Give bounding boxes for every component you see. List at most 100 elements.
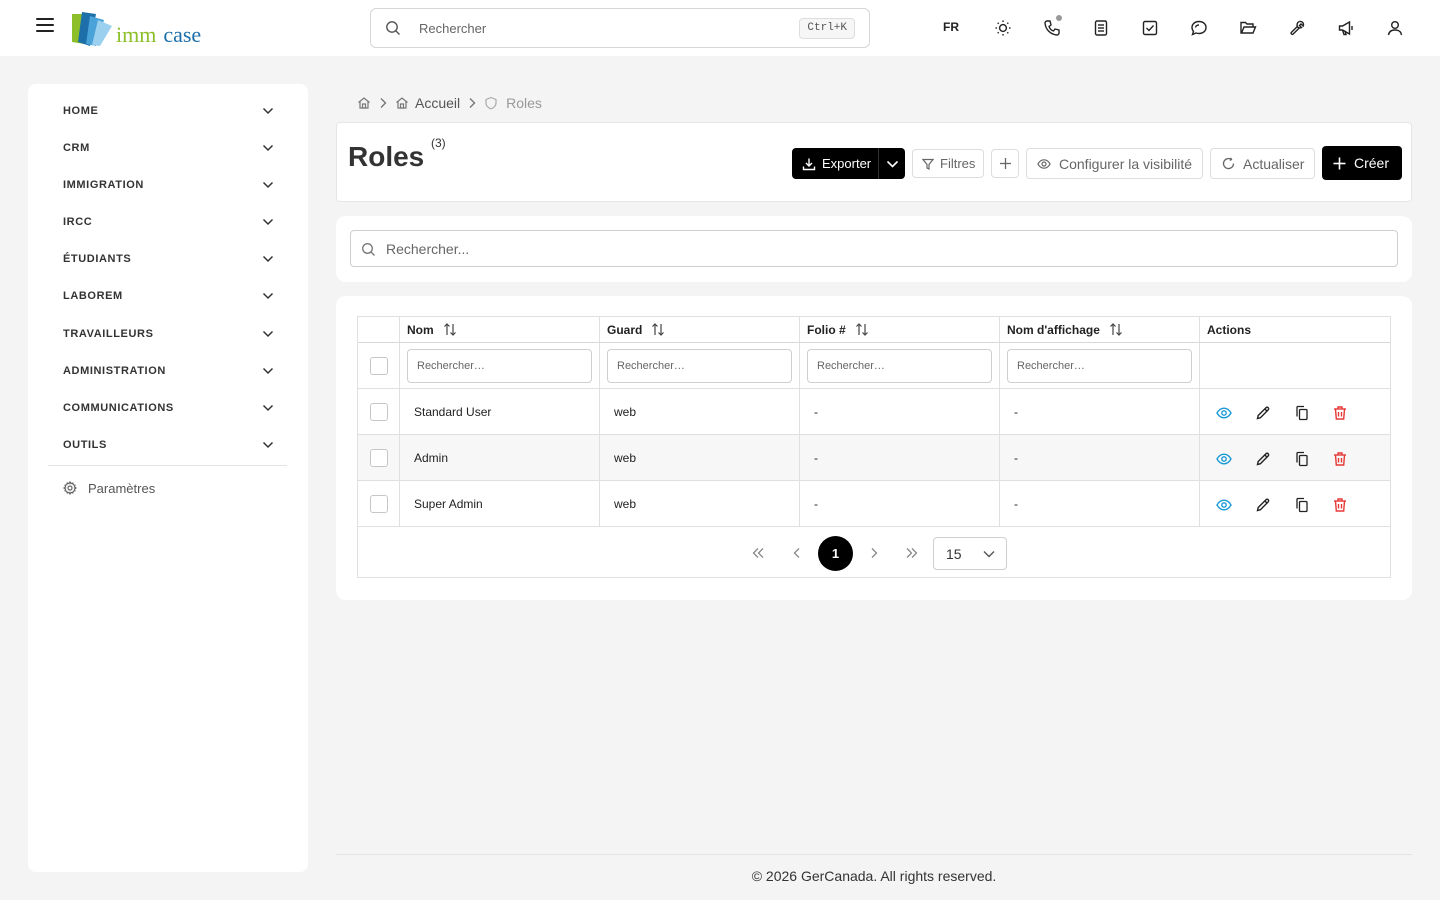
- table-row: Admin web - -: [358, 435, 1390, 481]
- sort-icon[interactable]: [1109, 323, 1123, 336]
- delete-icon[interactable]: [1331, 450, 1349, 468]
- next-page-icon[interactable]: [866, 545, 882, 561]
- folder-icon[interactable]: [1237, 17, 1259, 39]
- column-header-display-name[interactable]: Nom d'affichage: [1000, 317, 1200, 342]
- duplicate-icon[interactable]: [1293, 404, 1311, 422]
- sidebar-item-immigration[interactable]: IMMIGRATION: [48, 171, 288, 199]
- chevron-down-icon: [262, 255, 274, 263]
- sidebar-item-administration[interactable]: ADMINISTRATION: [48, 357, 288, 385]
- sidebar-item-settings[interactable]: Paramètres: [48, 474, 288, 502]
- edit-icon[interactable]: [1254, 450, 1272, 468]
- sidebar-item-label: LABOREM: [63, 290, 123, 302]
- column-header-label: Actions: [1207, 322, 1252, 337]
- view-icon[interactable]: [1215, 496, 1233, 514]
- sidebar-item-crm[interactable]: CRM: [48, 134, 288, 162]
- export-button[interactable]: Exporter: [792, 148, 878, 179]
- edit-icon[interactable]: [1254, 496, 1272, 514]
- per-page-select[interactable]: 15: [933, 537, 1007, 570]
- logo[interactable]: imm case: [70, 10, 201, 48]
- sidebar-item-travailleurs[interactable]: TRAVAILLEURS: [48, 320, 288, 348]
- delete-icon[interactable]: [1331, 496, 1349, 514]
- breadcrumb-root[interactable]: [357, 96, 371, 110]
- sort-icon[interactable]: [855, 323, 869, 336]
- row-checkbox[interactable]: [369, 402, 388, 421]
- sort-icon[interactable]: [651, 323, 665, 336]
- add-filter-button[interactable]: [991, 149, 1019, 178]
- sidebar-item-label: ADMINISTRATION: [63, 365, 166, 377]
- cell-guard: web: [600, 389, 800, 434]
- breadcrumb-home[interactable]: Accueil: [395, 95, 460, 111]
- select-all-checkbox[interactable]: [369, 356, 388, 375]
- view-icon[interactable]: [1215, 450, 1233, 468]
- table-header-row: Nom Guard Folio # Nom d'affichage Action…: [358, 317, 1390, 343]
- view-icon[interactable]: [1215, 404, 1233, 422]
- phone-icon[interactable]: [1041, 15, 1063, 39]
- table-search-input[interactable]: [386, 239, 1286, 259]
- sidebar-item-laborem[interactable]: LABOREM: [48, 282, 288, 310]
- sidebar-item-communications[interactable]: COMMUNICATIONS: [48, 394, 288, 422]
- table-search[interactable]: [350, 230, 1398, 267]
- user-icon[interactable]: [1384, 17, 1406, 39]
- gear-icon: [63, 481, 77, 495]
- filter-nom-input[interactable]: [407, 348, 592, 383]
- delete-icon[interactable]: [1331, 404, 1349, 422]
- export-menu-button[interactable]: [878, 148, 905, 179]
- logo-text-case: case: [163, 22, 202, 47]
- row-checkbox[interactable]: [369, 494, 388, 513]
- chevron-down-icon: [262, 107, 274, 115]
- cell-actions: [1200, 435, 1390, 480]
- cell-folio: -: [800, 435, 1000, 480]
- create-button[interactable]: Créer: [1322, 146, 1402, 180]
- cell-nom: Standard User: [400, 389, 600, 434]
- configure-visibility-button[interactable]: Configurer la visibilité: [1026, 148, 1203, 179]
- duplicate-icon[interactable]: [1293, 496, 1311, 514]
- filter-display-name-input[interactable]: [1007, 348, 1192, 383]
- sidebar: HOME CRM IMMIGRATION IRCC ÉTUDIANTS LABO…: [28, 84, 308, 872]
- current-page-button[interactable]: 1: [818, 536, 853, 571]
- sidebar-item-etudiants[interactable]: ÉTUDIANTS: [48, 245, 288, 273]
- sun-icon[interactable]: [992, 17, 1014, 39]
- sidebar-item-label: HOME: [63, 105, 99, 117]
- filters-button[interactable]: Filtres: [912, 149, 984, 178]
- download-icon: [802, 158, 816, 170]
- menu-icon[interactable]: [36, 18, 54, 32]
- column-header-nom[interactable]: Nom: [400, 317, 600, 342]
- tasks-icon[interactable]: [1139, 17, 1161, 39]
- row-checkbox[interactable]: [369, 448, 388, 467]
- global-search-input[interactable]: [419, 18, 779, 38]
- select-column-header: [358, 317, 400, 342]
- page-header: Roles (3) Exporter Filtres Configurer la…: [336, 122, 1412, 202]
- export-label: Exporter: [822, 156, 872, 171]
- filter-guard-input[interactable]: [607, 348, 792, 383]
- global-search[interactable]: Ctrl+K: [370, 8, 870, 48]
- notes-icon[interactable]: [1090, 17, 1112, 39]
- sidebar-item-label: TRAVAILLEURS: [63, 328, 154, 340]
- table-row: Super Admin web - -: [358, 481, 1390, 527]
- wrench-icon[interactable]: [1286, 17, 1308, 39]
- search-shortcut-badge: Ctrl+K: [799, 18, 855, 39]
- filter-folio-input[interactable]: [807, 348, 992, 383]
- sidebar-item-ircc[interactable]: IRCC: [48, 208, 288, 236]
- edit-icon[interactable]: [1254, 404, 1272, 422]
- column-header-guard[interactable]: Guard: [600, 317, 800, 342]
- row-select-cell: [358, 435, 400, 480]
- duplicate-icon[interactable]: [1293, 450, 1311, 468]
- cell-guard: web: [600, 481, 800, 526]
- megaphone-icon[interactable]: [1335, 17, 1357, 39]
- filter-cell: [400, 343, 600, 388]
- language-switcher[interactable]: FR: [943, 20, 959, 34]
- previous-page-icon[interactable]: [789, 545, 805, 561]
- chat-icon[interactable]: [1188, 17, 1210, 39]
- first-page-icon[interactable]: [750, 545, 766, 561]
- configure-visibility-label: Configurer la visibilité: [1059, 155, 1193, 172]
- refresh-button[interactable]: Actualiser: [1210, 148, 1315, 179]
- role-guard: web: [614, 496, 637, 511]
- last-page-icon[interactable]: [904, 545, 920, 561]
- sort-icon[interactable]: [443, 323, 457, 336]
- cell-folio: -: [800, 389, 1000, 434]
- column-header-folio[interactable]: Folio #: [800, 317, 1000, 342]
- role-folio: -: [814, 404, 818, 419]
- page-title: Roles: [348, 141, 425, 172]
- sidebar-item-home[interactable]: HOME: [48, 97, 288, 125]
- sidebar-item-outils[interactable]: OUTILS: [48, 431, 288, 459]
